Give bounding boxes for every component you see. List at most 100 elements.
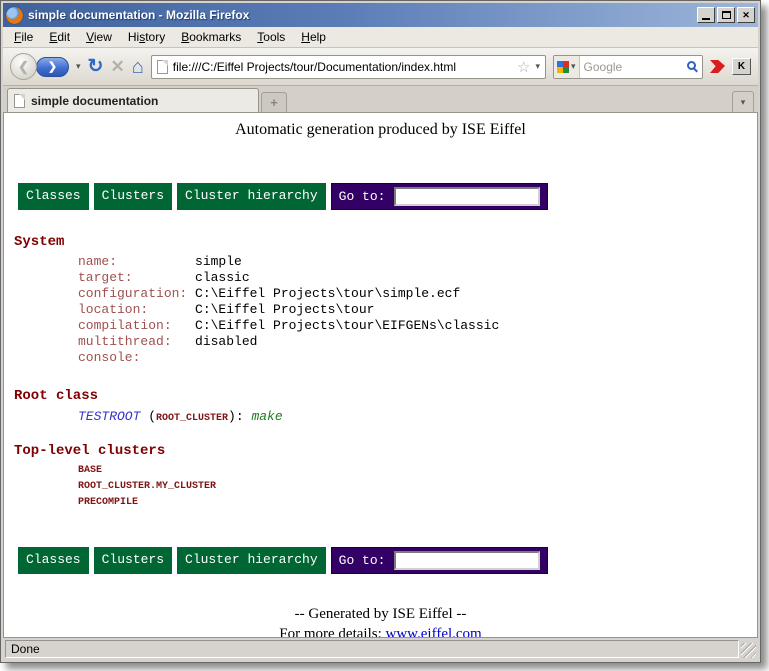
minimize-button[interactable]: [697, 7, 715, 23]
system-properties: name: simple target: classic configurati…: [78, 254, 747, 366]
search-engine-selector[interactable]: ▾: [554, 56, 580, 78]
cluster-link[interactable]: PRECOMPILE: [78, 495, 747, 511]
system-property-row: target: classic: [78, 270, 747, 286]
clusters-heading: Top-level clusters: [14, 443, 747, 459]
navigation-toolbar: ❮ ❯ ▾ ↻ ✕ ⌂ ☆ ▾ ▾ K: [3, 48, 758, 86]
minimize-icon: [702, 18, 710, 20]
cluster-list: BASEROOT_CLUSTER.MY_CLUSTERPRECOMPILE: [78, 463, 747, 511]
menu-item-label-pre: Hi: [128, 30, 139, 44]
root-class-paren-close: ):: [228, 409, 251, 424]
footer-line2: For more details: www.eiffel.com: [14, 624, 747, 638]
k-extension-button[interactable]: K: [732, 58, 751, 75]
page-title: Automatic generation produced by ISE Eif…: [14, 121, 747, 139]
cluster-link[interactable]: ROOT_CLUSTER.MY_CLUSTER: [78, 479, 747, 495]
doc-nav-button[interactable]: Clusters: [94, 547, 172, 574]
property-value: simple: [195, 254, 242, 270]
stop-button[interactable]: ✕: [110, 58, 124, 75]
property-label: multithread:: [78, 334, 195, 350]
menu-item[interactable]: Help: [294, 28, 333, 46]
titlebar: simple documentation - Mozilla Firefox ✕: [3, 3, 758, 27]
menu-item-label-post: elp: [310, 30, 326, 44]
doc-nav-button[interactable]: Classes: [18, 547, 89, 574]
kaspersky-icon[interactable]: [710, 60, 725, 73]
search-input[interactable]: [580, 60, 685, 74]
history-dropdown-icon[interactable]: ▾: [76, 61, 81, 72]
search-box[interactable]: ▾: [553, 55, 703, 79]
goto-input[interactable]: [394, 187, 540, 206]
google-logo-icon: [557, 61, 569, 73]
window-title: simple documentation - Mozilla Firefox: [28, 8, 697, 22]
search-magnifier-icon[interactable]: [687, 61, 696, 70]
footer-line2-prefix: For more details:: [279, 626, 385, 638]
root-feature-link[interactable]: make: [251, 409, 282, 424]
root-cluster-link[interactable]: ROOT_CLUSTER: [156, 413, 228, 424]
resize-grip[interactable]: [741, 643, 756, 658]
system-property-row: console:: [78, 350, 747, 366]
doc-nav-row-bottom: ClassesClustersCluster hierarchy Go to:: [18, 547, 747, 574]
tab-bar: simple documentation + ▾: [3, 86, 758, 113]
system-heading: System: [14, 234, 747, 250]
menu-item[interactable]: Bookmarks: [174, 28, 248, 46]
search-engine-dropdown-icon: ▾: [571, 61, 576, 72]
menu-item-mnemonic: H: [301, 30, 310, 44]
property-label: configuration:: [78, 286, 195, 302]
browser-window: simple documentation - Mozilla Firefox ✕…: [0, 0, 761, 663]
menu-item-label-post: ile: [21, 30, 33, 44]
window-controls: ✕: [697, 7, 755, 23]
list-all-tabs-button[interactable]: ▾: [732, 91, 754, 112]
eiffel-website-link[interactable]: www.eiffel.com: [386, 626, 482, 638]
plus-icon: +: [270, 95, 278, 110]
home-button[interactable]: ⌂: [132, 57, 144, 77]
back-icon: ❮: [18, 59, 29, 75]
root-class-line: TESTROOT (ROOT_CLUSTER): make: [78, 408, 747, 427]
property-label: target:: [78, 270, 195, 286]
menu-item[interactable]: Tools: [250, 28, 292, 46]
forward-button[interactable]: ❯: [36, 57, 69, 77]
doc-nav-buttons: ClassesClustersCluster hierarchy: [18, 547, 331, 574]
property-value: classic: [195, 270, 250, 286]
doc-nav-buttons: ClassesClustersCluster hierarchy: [18, 183, 331, 210]
property-label: console:: [78, 350, 195, 366]
maximize-icon: [722, 11, 731, 19]
system-property-row: multithread: disabled: [78, 334, 747, 350]
page-footer: -- Generated by ISE Eiffel -- For more d…: [14, 604, 747, 638]
status-bar: Done: [3, 638, 758, 660]
url-input[interactable]: [173, 60, 512, 74]
goto-box: Go to:: [331, 547, 549, 574]
new-tab-button[interactable]: +: [261, 92, 287, 112]
doc-nav-button[interactable]: Clusters: [94, 183, 172, 210]
page-favicon-icon: [157, 60, 168, 74]
footer-line1: -- Generated by ISE Eiffel --: [14, 604, 747, 624]
stop-icon: ✕: [110, 57, 124, 76]
maximize-button[interactable]: [717, 7, 735, 23]
menubar: File Edit View History Bookmarks Tools H…: [3, 27, 758, 48]
menu-item[interactable]: View: [79, 28, 119, 46]
cluster-link[interactable]: BASE: [78, 463, 747, 479]
root-class-heading: Root class: [14, 388, 747, 404]
root-class-link[interactable]: TESTROOT: [78, 409, 140, 424]
forward-icon: ❯: [48, 60, 57, 73]
system-property-row: location: C:\Eiffel Projects\tour: [78, 302, 747, 318]
property-label: name:: [78, 254, 195, 270]
menu-item-label-post: ookmarks: [189, 30, 241, 44]
root-class-paren-open: (: [140, 409, 156, 424]
property-value: C:\Eiffel Projects\tour\EIFGENs\classic: [195, 318, 499, 334]
menu-item[interactable]: History: [121, 28, 172, 46]
tab-simple-documentation[interactable]: simple documentation: [7, 88, 259, 112]
url-dropdown-icon[interactable]: ▾: [535, 61, 540, 72]
menu-item[interactable]: File: [7, 28, 40, 46]
goto-input[interactable]: [394, 551, 540, 570]
doc-nav-button[interactable]: Classes: [18, 183, 89, 210]
menu-item[interactable]: Edit: [42, 28, 77, 46]
doc-nav-button[interactable]: Cluster hierarchy: [177, 547, 326, 574]
menu-item-label-post: tory: [145, 30, 165, 44]
back-button[interactable]: ❮: [10, 53, 37, 80]
address-bar[interactable]: ☆ ▾: [151, 55, 546, 79]
property-value: C:\Eiffel Projects\tour: [195, 302, 374, 318]
doc-nav-button[interactable]: Cluster hierarchy: [177, 183, 326, 210]
system-property-row: configuration: C:\Eiffel Projects\tour\s…: [78, 286, 747, 302]
menu-item-label-post: iew: [94, 30, 112, 44]
refresh-button[interactable]: ↻: [88, 57, 104, 76]
bookmark-star-icon[interactable]: ☆: [517, 58, 530, 76]
close-button[interactable]: ✕: [737, 7, 755, 23]
